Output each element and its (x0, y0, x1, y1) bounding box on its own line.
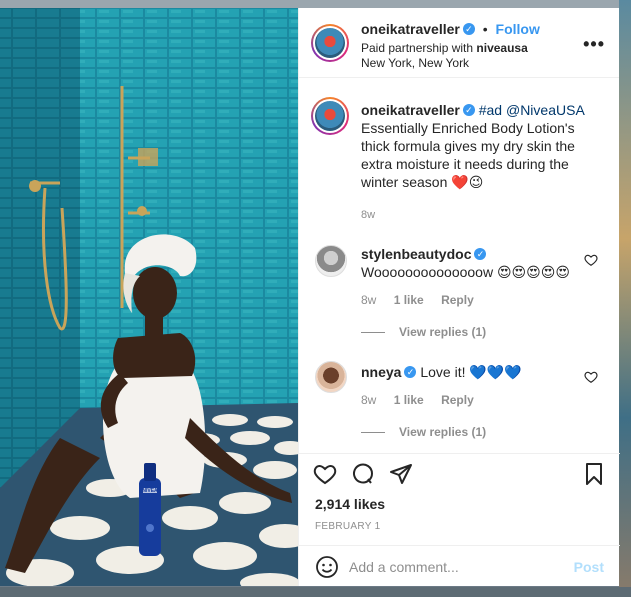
post-photo[interactable]: NIVEA (0, 8, 298, 586)
author-username[interactable]: oneikatraveller (361, 21, 460, 37)
reply-button[interactable]: Reply (441, 393, 474, 407)
post-actions: 2,914 likes FEBRUARY 1 (299, 453, 620, 545)
comments-section[interactable]: oneikatraveller ✓ #ad @NiveaUSA Essential… (299, 79, 620, 453)
partner-link[interactable]: niveausa (476, 41, 527, 55)
verified-icon: ✓ (462, 23, 475, 36)
comment-text: Love it! 💙💙💙 (420, 364, 522, 380)
heart-icon[interactable] (313, 462, 337, 486)
comment-meta: 8w 1 like Reply (361, 393, 488, 407)
separator-dot: • (482, 21, 488, 37)
like-comment-icon[interactable] (584, 253, 598, 267)
post-header: oneikatraveller ✓ • Follow Paid partnersh… (299, 8, 619, 78)
comment-likes[interactable]: 1 like (394, 393, 424, 407)
follow-button[interactable]: Follow (496, 21, 540, 37)
comment-time[interactable]: 8w (361, 293, 376, 307)
commenter-username[interactable]: stylenbeautydoc (361, 246, 471, 262)
emoji-icon[interactable] (315, 555, 339, 579)
comment-icon[interactable] (351, 462, 375, 486)
author-avatar[interactable] (311, 24, 349, 62)
partnership-line: Paid partnership with niveausa (361, 41, 528, 55)
view-replies-button[interactable]: View replies (1) (361, 425, 486, 439)
caption: oneikatraveller ✓ #ad @NiveaUSA Essential… (361, 101, 606, 191)
location-link[interactable]: New York, New York (361, 56, 469, 70)
share-icon[interactable] (389, 462, 413, 486)
comment-time[interactable]: 8w (361, 393, 376, 407)
post-date[interactable]: FEBRUARY 1 (315, 521, 380, 532)
save-icon[interactable] (582, 462, 606, 486)
verified-icon: ✓ (474, 248, 487, 261)
backdrop-edge-right (619, 0, 631, 597)
backdrop-edge-top (0, 0, 631, 8)
photo-illustration: NIVEA (0, 8, 298, 586)
commenter-avatar[interactable] (315, 361, 347, 393)
caption-hashtag[interactable]: #ad (479, 102, 502, 118)
comment-meta: 8w 1 like Reply (361, 293, 488, 307)
likes-count[interactable]: 2,914 likes (315, 496, 385, 512)
comment-header: stylenbeautydoc ✓ (361, 245, 487, 263)
author-line: oneikatraveller ✓ • Follow (361, 21, 540, 37)
view-replies-button[interactable]: View replies (1) (361, 325, 486, 339)
partnership-prefix: Paid partnership with (361, 41, 477, 55)
commenter-avatar[interactable] (315, 245, 347, 277)
commenter-username[interactable]: nneya (361, 364, 401, 380)
post-button[interactable]: Post (574, 559, 604, 575)
post-panel: oneikatraveller ✓ • Follow Paid partnersh… (298, 8, 620, 586)
backdrop-edge-bottom (0, 587, 631, 597)
verified-icon: ✓ (404, 366, 417, 379)
reply-button[interactable]: Reply (441, 293, 474, 307)
like-comment-icon[interactable] (584, 370, 598, 384)
caption-avatar[interactable] (311, 97, 349, 135)
product-label: NIVEA (142, 488, 158, 494)
comment-text: Woooooooooooooow 😍😍😍😍😍 (361, 264, 570, 280)
comment-header: nneya ✓ Love it! 💙💙💙 (361, 363, 522, 381)
caption-username[interactable]: oneikatraveller (361, 102, 460, 118)
comment-input[interactable] (349, 556, 559, 578)
caption-time[interactable]: 8w (361, 209, 375, 221)
more-options-icon[interactable]: ••• (583, 34, 605, 55)
add-comment-bar: Post (299, 545, 620, 586)
verified-icon: ✓ (462, 104, 475, 117)
caption-text: Essentially Enriched Body Lotion's thick… (361, 120, 575, 190)
comment-likes[interactable]: 1 like (394, 293, 424, 307)
post-modal: NIVEA oneikatraveller ✓ • Follow Paid par… (0, 8, 620, 586)
caption-mention[interactable]: @NiveaUSA (506, 102, 584, 118)
